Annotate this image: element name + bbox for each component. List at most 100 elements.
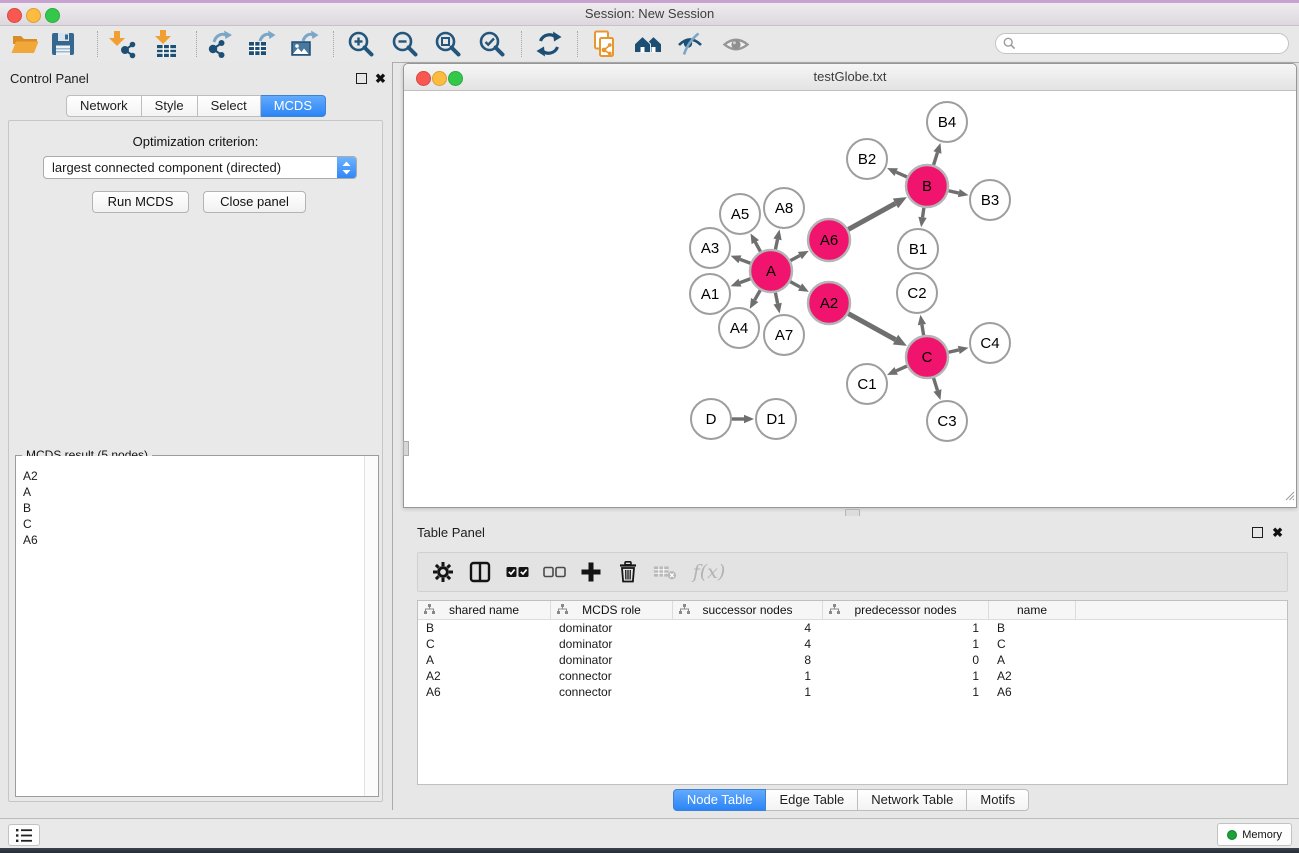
table-cell: 1	[673, 669, 823, 683]
edge-A-A6[interactable]	[790, 256, 799, 261]
node-label-A: A	[766, 263, 776, 280]
edge-A-A8[interactable]	[775, 239, 777, 249]
destroy-table-button-disabled[interactable]	[653, 560, 677, 584]
table-tab-motifs[interactable]: Motifs	[967, 789, 1029, 811]
show-column-button[interactable]	[468, 560, 492, 584]
clone-network-button[interactable]	[590, 29, 620, 59]
open-folder-icon	[10, 29, 40, 59]
tab-style[interactable]: Style	[142, 95, 198, 117]
table-row[interactable]: A2connector11A2	[418, 668, 1287, 684]
run-mcds-button[interactable]: Run MCDS	[92, 191, 189, 213]
column-header-name[interactable]: name	[989, 601, 1076, 619]
select-all-button[interactable]	[505, 560, 529, 584]
column-header-shared-name[interactable]: shared name	[418, 601, 551, 619]
refresh-button[interactable]	[534, 29, 564, 59]
node-label-D1: D1	[766, 411, 785, 428]
float-panel-icon[interactable]	[356, 73, 367, 84]
table-settings-button[interactable]	[431, 560, 455, 584]
close-panel-button[interactable]: Close panel	[203, 191, 306, 213]
table-row[interactable]: Bdominator41B	[418, 620, 1287, 636]
import-table-button[interactable]	[151, 29, 181, 59]
optimization-criterion-dropdown[interactable]: largest connected component (directed)	[43, 156, 357, 179]
edge-C-C1[interactable]	[896, 366, 907, 371]
network-canvas[interactable]: B4B2BB3A5A8A6A3B1AA1C2A2A4A7C4CC1C3DD1	[404, 91, 1296, 507]
edge-A-A1[interactable]	[740, 279, 750, 283]
table-row[interactable]: Cdominator41C	[418, 636, 1287, 652]
unchecked-boxes-icon	[543, 561, 566, 583]
edge-B-B1[interactable]	[923, 208, 924, 218]
open-session-button[interactable]	[10, 29, 40, 59]
tab-network[interactable]: Network	[66, 95, 142, 117]
list-scrollbar[interactable]	[364, 456, 378, 796]
edge-A-A4[interactable]	[755, 290, 761, 300]
edge-A-A7[interactable]	[775, 293, 777, 304]
zoom-selected-button[interactable]	[477, 29, 507, 59]
edge-B-B2[interactable]	[896, 172, 907, 177]
edge-A-A3[interactable]	[740, 259, 750, 263]
mcds-result-list[interactable]: A2ABCA6	[16, 456, 378, 796]
network-graph[interactable]: B4B2BB3A5A8A6A3B1AA1C2A2A4A7C4CC1C3DD1	[404, 91, 1296, 507]
delete-column-button[interactable]	[616, 560, 640, 584]
edge-C-C3[interactable]	[934, 378, 938, 390]
import-network-button[interactable]	[106, 29, 136, 59]
zoom-out-icon	[390, 29, 420, 59]
tab-mcds[interactable]: MCDS	[261, 95, 326, 117]
search-field[interactable]	[995, 33, 1289, 54]
zoom-traffic-light[interactable]	[448, 71, 463, 86]
toggle-graphics-details-button[interactable]	[676, 29, 706, 59]
network-window-titlebar[interactable]: testGlobe.txt	[404, 64, 1296, 91]
search-input[interactable]	[1020, 35, 1288, 52]
edge-C-C2[interactable]	[922, 325, 924, 336]
table-tab-edge-table[interactable]: Edge Table	[766, 789, 858, 811]
mcds-result-item[interactable]: A	[16, 484, 378, 500]
table-tab-node-table[interactable]: Node Table	[673, 789, 767, 811]
mcds-result-item[interactable]: A6	[16, 532, 378, 548]
minimize-traffic-light[interactable]	[432, 71, 447, 86]
close-panel-icon[interactable]: ✖	[1272, 526, 1283, 539]
zoom-in-button[interactable]	[346, 29, 376, 59]
table-row[interactable]: A6connector11A6	[418, 684, 1287, 700]
table-cell: 1	[673, 685, 823, 699]
clone-network-icon	[590, 29, 620, 59]
status-bar: Memory	[0, 818, 1299, 848]
show-hide-button[interactable]	[721, 29, 751, 59]
memory-button[interactable]: Memory	[1217, 823, 1292, 846]
zoom-traffic-light[interactable]	[45, 8, 60, 23]
column-header-predecessor-nodes[interactable]: predecessor nodes	[823, 601, 989, 619]
edge-B-B3[interactable]	[948, 191, 958, 193]
close-traffic-light[interactable]	[416, 71, 431, 86]
window-resize-grip[interactable]	[1282, 488, 1295, 506]
export-table-icon	[246, 29, 276, 59]
column-header-successor-nodes[interactable]: successor nodes	[673, 601, 823, 619]
minimize-traffic-light[interactable]	[26, 8, 41, 23]
save-session-button[interactable]	[48, 29, 78, 59]
splitter-grip-vertical[interactable]	[403, 441, 409, 456]
edge-A-A5[interactable]	[755, 242, 760, 252]
mcds-result-item[interactable]: A2	[16, 468, 378, 484]
function-builder-button-disabled[interactable]: f(x)	[690, 560, 728, 584]
table-row[interactable]: Adominator80A	[418, 652, 1287, 668]
task-history-button[interactable]	[8, 824, 40, 846]
hide-details-eye-icon	[676, 29, 706, 59]
edge-A-A2[interactable]	[790, 282, 800, 287]
edge-A2-C[interactable]	[848, 314, 895, 340]
export-table-button[interactable]	[246, 29, 276, 59]
column-header-mcds-role[interactable]: MCDS role	[551, 601, 673, 619]
create-column-button[interactable]	[579, 560, 603, 584]
export-network-button[interactable]	[204, 29, 234, 59]
tab-select[interactable]: Select	[198, 95, 261, 117]
edge-A6-B[interactable]	[848, 203, 895, 229]
float-panel-icon[interactable]	[1252, 527, 1263, 538]
mcds-result-item[interactable]: B	[16, 500, 378, 516]
close-panel-icon[interactable]: ✖	[375, 72, 386, 85]
home-button[interactable]	[633, 29, 663, 59]
edge-C-C4[interactable]	[948, 350, 958, 352]
mcds-result-item[interactable]: C	[16, 516, 378, 532]
edge-B-B4[interactable]	[934, 153, 938, 165]
close-traffic-light[interactable]	[7, 8, 22, 23]
deselect-all-button[interactable]	[542, 560, 566, 584]
zoom-out-button[interactable]	[390, 29, 420, 59]
zoom-fit-button[interactable]	[433, 29, 463, 59]
table-tab-network-table[interactable]: Network Table	[858, 789, 967, 811]
export-image-button[interactable]	[289, 29, 319, 59]
